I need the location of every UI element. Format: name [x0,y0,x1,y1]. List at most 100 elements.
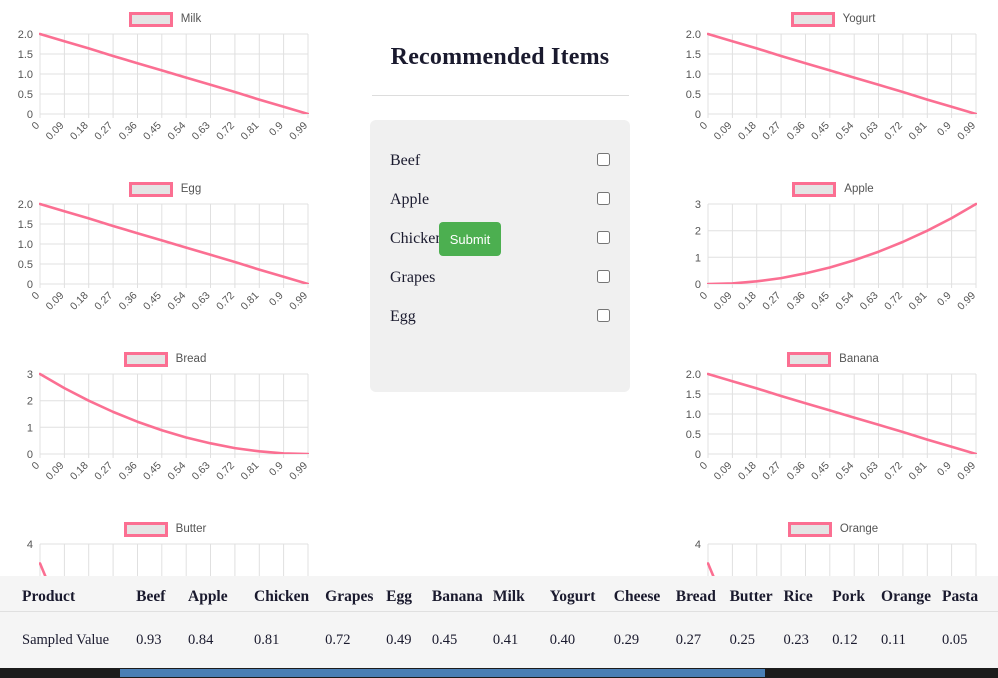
item-checkbox[interactable] [597,270,610,283]
svg-text:0.27: 0.27 [760,460,783,483]
chart-apple: Apple 3 2 1 0 0 0.09 0.18 0.27 0.36 0.45 0.54 0.63 0.… [668,170,998,340]
svg-text:0.63: 0.63 [858,460,881,483]
svg-text:0.63: 0.63 [190,290,213,313]
svg-text:1.5: 1.5 [686,389,701,401]
item-row[interactable]: Egg [390,300,610,339]
svg-text:0: 0 [27,449,33,461]
svg-text:0.54: 0.54 [165,460,188,483]
table-cell: 0.41 [492,631,519,648]
svg-text:1.5: 1.5 [18,219,33,231]
table-cell: 0.27 [675,631,702,648]
svg-text:0.99: 0.99 [287,460,310,483]
table-column-header: Butter [729,576,784,612]
table-cell: 0.11 [881,631,906,648]
svg-text:0.09: 0.09 [44,290,67,313]
table-cell: 0.72 [325,631,351,648]
chart-legend[interactable]: Milk [0,12,330,28]
page-title: Recommended Items [390,44,610,70]
chart-legend[interactable]: Egg [0,182,330,198]
svg-text:2.0: 2.0 [18,199,33,211]
svg-text:0.09: 0.09 [712,290,735,313]
chart-legend[interactable]: Bread [0,352,330,368]
chart-legend[interactable]: Apple [668,182,998,198]
svg-text:0: 0 [30,460,43,473]
svg-text:0: 0 [698,290,711,303]
app-page: Milk 2.0 1.5 1.0 0.5 0 0 0.09 0.18 0.27 0.36 0.45 0.… [0,0,998,678]
table-column-header: Product [0,576,137,612]
svg-text:0.72: 0.72 [214,460,237,483]
table-body: Sampled Value 0.93 0.84 0.81 0.72 0.49 0.45 0.4… [0,612,998,669]
svg-text:4: 4 [695,539,701,551]
svg-text:3: 3 [27,369,33,381]
svg-text:1.0: 1.0 [18,69,33,81]
svg-text:0.81: 0.81 [238,290,261,313]
chart-plot: 3 2 1 0 0 0.09 0.18 0.27 0.36 0.45 0.54 0.63 0.72 0.8… [668,198,998,340]
svg-text:2.0: 2.0 [686,29,701,41]
svg-text:0: 0 [30,290,43,303]
table-cell: 0.12 [832,631,858,648]
svg-text:0.81: 0.81 [906,120,929,143]
svg-text:0.5: 0.5 [18,259,33,271]
legend-label: Bread [175,353,207,366]
svg-text:0.54: 0.54 [833,120,856,143]
svg-text:0.18: 0.18 [68,120,91,143]
legend-label: Yogurt [842,13,876,26]
svg-text:0.36: 0.36 [785,460,808,483]
svg-text:0.72: 0.72 [882,460,905,483]
svg-text:0.63: 0.63 [190,120,213,143]
svg-text:1.0: 1.0 [686,69,701,81]
chart-legend[interactable]: Yogurt [668,12,998,28]
horizontal-scrollbar-thumb[interactable] [120,669,765,677]
legend-swatch-icon [787,522,832,538]
table-column-header: Bread [675,576,730,612]
table-cell: 0.40 [549,631,576,648]
svg-text:0.45: 0.45 [141,460,164,483]
item-checkbox[interactable] [597,231,610,244]
svg-text:0.72: 0.72 [214,290,237,313]
submit-button[interactable]: Submit [439,222,501,256]
sampled-values-table-container[interactable]: Product Beef Apple Chicken Grapes Egg Banana Mi… [0,576,998,668]
svg-text:0.54: 0.54 [165,290,188,313]
item-checkbox[interactable] [597,153,610,166]
table-column-header: Apple [188,576,255,612]
table-column-header: Milk [492,576,550,612]
svg-text:4: 4 [27,539,33,551]
table-cell: 0.49 [386,631,412,648]
chart-banana: Banana 2.0 1.5 1.0 0.5 0 0 0.09 0.18 0.27 0.36 0.45… [668,340,998,510]
svg-text:0: 0 [30,120,43,133]
svg-text:0.27: 0.27 [92,460,115,483]
table-column-header: Orange [881,576,942,612]
legend-swatch-icon [790,12,835,28]
svg-text:0.99: 0.99 [287,290,310,313]
svg-text:1.0: 1.0 [686,409,701,421]
svg-text:0.9: 0.9 [267,460,286,479]
legend-label: Banana [839,353,879,366]
svg-text:0.27: 0.27 [760,120,783,143]
horizontal-scrollbar[interactable] [0,668,998,678]
svg-text:0: 0 [695,449,701,461]
chart-legend[interactable]: Butter [0,522,330,538]
svg-text:0.81: 0.81 [238,460,261,483]
item-checkbox[interactable] [597,309,610,322]
svg-text:0: 0 [695,279,701,291]
legend-label: Apple [844,183,874,196]
table-column-header: Yogurt [549,576,614,612]
chart-legend[interactable]: Banana [668,352,998,368]
legend-swatch-icon [787,352,832,368]
item-checkbox[interactable] [597,192,610,205]
svg-text:0.45: 0.45 [809,460,832,483]
table-row: Sampled Value 0.93 0.84 0.81 0.72 0.49 0.45 0.4… [0,612,998,669]
svg-text:0.54: 0.54 [165,120,188,143]
svg-text:0.09: 0.09 [712,120,735,143]
svg-text:0: 0 [27,279,33,291]
svg-text:0.36: 0.36 [785,120,808,143]
svg-text:2.0: 2.0 [686,369,701,381]
table-header: Product Beef Apple Chicken Grapes Egg Banana Mi… [0,576,998,612]
svg-text:0.27: 0.27 [92,120,115,143]
item-label: Egg [390,308,416,325]
chart-legend[interactable]: Orange [668,522,998,538]
item-row[interactable]: Beef [390,144,610,183]
item-row[interactable]: Apple [390,183,610,222]
svg-text:0.27: 0.27 [760,290,783,313]
item-row[interactable]: Grapes [390,261,610,300]
